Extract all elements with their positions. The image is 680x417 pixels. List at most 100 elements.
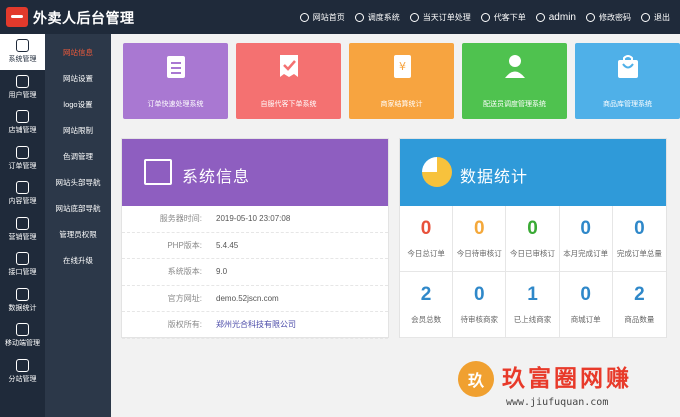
subnav-item-header-nav[interactable]: 网站头部导航 [45, 169, 111, 195]
app-logo-icon [6, 7, 28, 27]
stat-value: 0 [474, 284, 485, 305]
stat-label: 已上线商家 [513, 315, 552, 324]
content-icon [16, 181, 29, 195]
stat-cell: 1 已上线商家 [506, 272, 560, 338]
sidebar-item-orders[interactable]: 订单管理 [0, 141, 45, 177]
sidebar-item-content[interactable]: 内容管理 [0, 176, 45, 212]
user-icon [535, 12, 545, 22]
stat-value: 2 [634, 284, 645, 305]
subnav-item-site-settings[interactable]: 网站设置 [45, 65, 111, 91]
tile-proxy-order[interactable]: 自服代客下单系统 [236, 43, 341, 119]
stats-grid: 0 今日总订单 0 今日待审核订 0 今日已审核订 0 本月完成订单 0 完成订单总量 2 会员总数 0… [400, 206, 666, 338]
tile-courier-dispatch[interactable]: 配送员调度管理系统 [462, 43, 567, 119]
system-info-header: 系统信息 [122, 139, 388, 206]
monitor-icon [16, 39, 29, 53]
info-row: 系统版本: 9.0 [122, 259, 388, 286]
user-menu[interactable]: admin [535, 12, 576, 23]
subnav-item-admin-permissions[interactable]: 管理员权限 [45, 221, 111, 247]
change-password-link[interactable]: 修改密码 [586, 12, 631, 23]
order-icon [16, 145, 29, 159]
stat-label: 待审核商家 [460, 315, 499, 324]
shop-icon [16, 110, 29, 124]
stat-cell: 0 今日总订单 [400, 206, 454, 272]
checklist-icon [279, 55, 298, 77]
stat-cell: 0 今日已审核订 [506, 206, 560, 272]
stat-value: 0 [474, 218, 485, 239]
subnav-item-site-limits[interactable]: 网站限制 [45, 117, 111, 143]
subnav-item-color-theme[interactable]: 色调管理 [45, 143, 111, 169]
stat-label: 完成订单总量 [616, 249, 662, 258]
stats-title: 数据统计 [460, 169, 529, 186]
tile-merchant-settlement[interactable]: ¥ 商家结算统计 [349, 43, 454, 119]
stats-panel: 数据统计 0 今日总订单 0 今日待审核订 0 今日已审核订 0 本月完成订单 0 完成订单总量 2… [399, 138, 667, 338]
logout-link[interactable]: 退出 [641, 12, 670, 23]
dispatch-link[interactable]: 调度系统 [354, 12, 400, 23]
bill-icon: ¥ [393, 55, 411, 78]
api-icon [16, 252, 29, 266]
primary-sidebar: 系统管理 用户管理 店铺管理 订单管理 内容管理 营销管理 接口管理 数据统计 … [0, 34, 45, 417]
stat-cell: 0 今日待审核订 [453, 206, 507, 272]
stat-label: 本月完成订单 [563, 249, 609, 258]
sidebar-item-stats[interactable]: 数据统计 [0, 283, 45, 319]
top-nav: 网站首页 调度系统 当天订单处理 代客下单 admin 修改密码 退出 [299, 0, 670, 34]
stat-label: 商品数量 [624, 315, 655, 324]
sidebar-item-system[interactable]: 系统管理 [0, 34, 45, 70]
app-title: 外卖人后台管理 [33, 10, 135, 26]
users-icon [16, 74, 29, 88]
mobile-icon [16, 323, 29, 337]
stat-cell: 0 商城订单 [559, 272, 613, 338]
stat-value: 0 [527, 218, 538, 239]
stat-value: 0 [634, 218, 645, 239]
system-info-panel: 系统信息 服务器时间: 2019-05-10 23:07:08 PHP版本: 5.4… [121, 138, 389, 339]
info-row: 官方网址: demo.52jscn.com [122, 286, 388, 312]
info-row: PHP版本: 5.4.45 [122, 233, 388, 259]
stat-value: 1 [527, 284, 538, 305]
shopping-bag-icon [617, 55, 638, 78]
orders-icon [409, 12, 419, 22]
subnav-item-site-info[interactable]: 网站信息 [45, 39, 111, 65]
watermark-url: www.jiufuquan.com [506, 397, 609, 408]
stat-cell: 2 会员总数 [400, 272, 454, 338]
home-icon [299, 12, 309, 22]
stat-cell: 0 完成订单总量 [612, 206, 666, 272]
proxy-order-link[interactable]: 代客下单 [480, 12, 526, 23]
sidebar-item-shops[interactable]: 店铺管理 [0, 105, 45, 141]
stats-header: 数据统计 [400, 139, 666, 206]
sidebar-item-users[interactable]: 用户管理 [0, 70, 45, 106]
tile-order-processing[interactable]: 订单快速处理系统 [123, 43, 228, 119]
sidebar-item-api[interactable]: 接口管理 [0, 247, 45, 283]
stat-cell: 2 商品数量 [612, 272, 666, 338]
official-site-link[interactable]: demo.52jscn.com [212, 294, 279, 303]
stat-label: 商城订单 [570, 315, 601, 324]
quick-tiles: 订单快速处理系统 自服代客下单系统 ¥ 商家结算统计 配送员调度管理系统 商品库… [123, 43, 680, 119]
branch-icon [16, 358, 29, 372]
home-link[interactable]: 网站首页 [299, 12, 345, 23]
sidebar-item-mobile[interactable]: 移动端管理 [0, 318, 45, 354]
watermark-badge: 玖 [458, 361, 494, 397]
today-orders-link[interactable]: 当天订单处理 [409, 12, 471, 23]
power-icon [641, 12, 650, 22]
stat-label: 今日待审核订 [456, 249, 502, 258]
subnav-item-logo-settings[interactable]: logo设置 [45, 91, 111, 117]
sidebar-item-marketing[interactable]: 营销管理 [0, 212, 45, 248]
clipboard-icon [166, 56, 185, 78]
top-bar: 外卖人后台管理 网站首页 调度系统 当天订单处理 代客下单 admin 修改密码… [0, 0, 680, 34]
dispatch-icon [354, 12, 364, 22]
gear-window-icon [144, 159, 172, 185]
courier-icon [504, 55, 525, 78]
stat-cell: 0 待审核商家 [453, 272, 507, 338]
info-row: 版权所有: 郑州光合科技有限公司 [122, 312, 388, 339]
subnav-item-footer-nav[interactable]: 网站底部导航 [45, 195, 111, 221]
stat-label: 今日已审核订 [509, 249, 555, 258]
stat-label: 会员总数 [411, 315, 442, 324]
subnav-item-online-upgrade[interactable]: 在线升级 [45, 247, 111, 273]
chart-icon [16, 287, 29, 301]
svg-text:¥: ¥ [399, 60, 406, 73]
tile-product-library[interactable]: 商品库管理系统 [575, 43, 680, 119]
info-row: 服务器时间: 2019-05-10 23:07:08 [122, 206, 388, 233]
pie-chart-icon [422, 157, 452, 187]
watermark-text: 玖富圈网赚 [502, 365, 632, 391]
sidebar-item-branch[interactable]: 分站管理 [0, 354, 45, 390]
stat-value: 0 [420, 218, 432, 239]
secondary-sidebar: 网站信息 网站设置 logo设置 网站限制 色调管理 网站头部导航 网站底部导航… [45, 34, 111, 417]
